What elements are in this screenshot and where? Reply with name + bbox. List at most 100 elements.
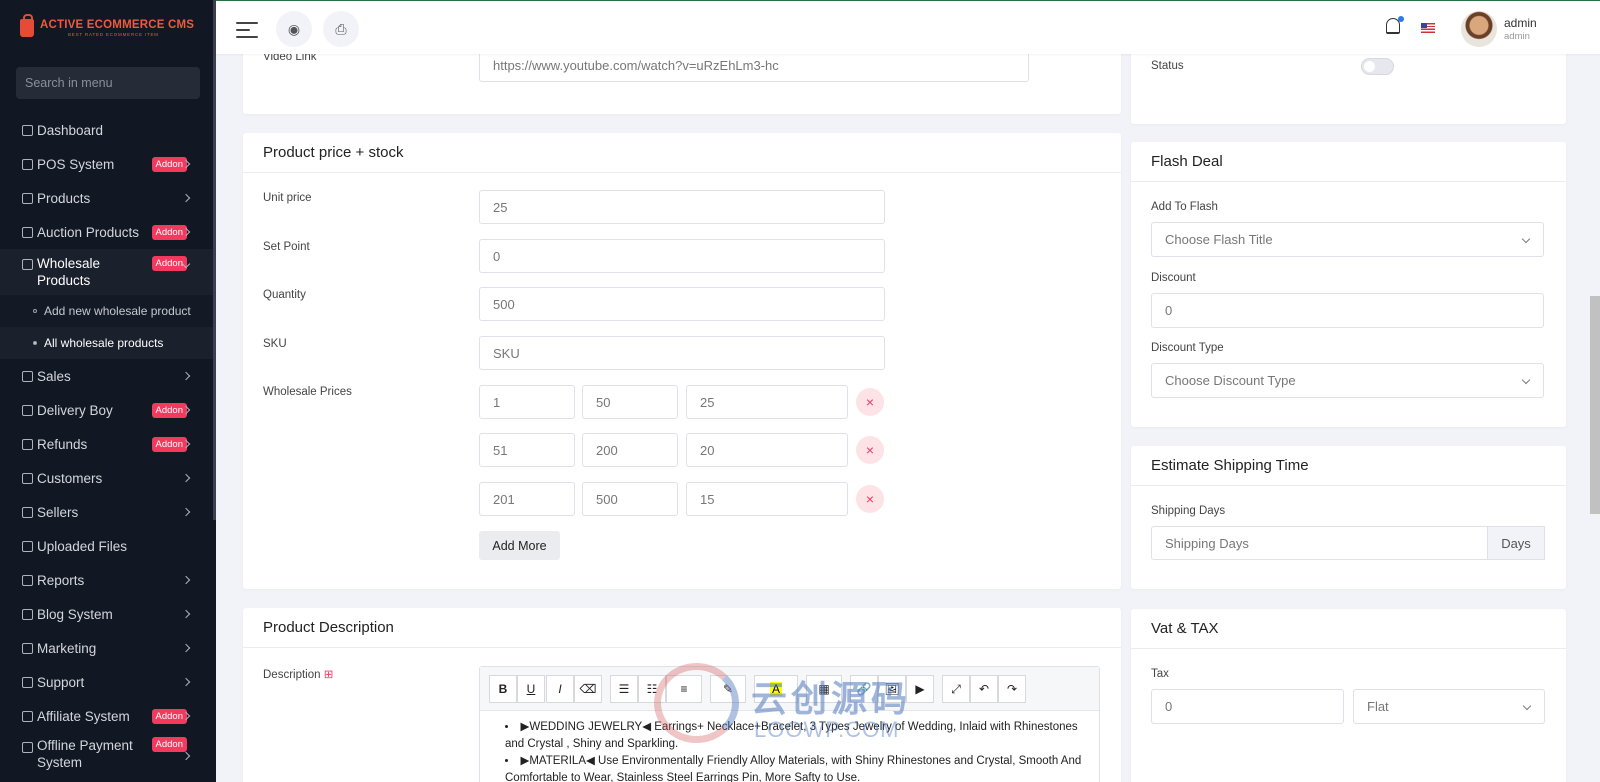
link-icon [22, 676, 33, 688]
money-icon [22, 370, 33, 382]
font-color-icon[interactable]: A [754, 675, 798, 703]
quantity-input[interactable]: 500 [479, 287, 885, 321]
link-icon[interactable]: 🔗 [850, 675, 878, 703]
printer-icon[interactable]: ⎙ [323, 11, 359, 47]
sidebar-item-delivery-boy[interactable]: Delivery Boy Addon [0, 393, 216, 427]
menu-toggle-icon[interactable] [236, 22, 258, 43]
tax-type-select[interactable]: Flat [1353, 689, 1545, 724]
logo[interactable]: ACTIVE ECOMMERCE CMS BEST RATED ECOMMERC… [0, 0, 216, 56]
flash-title-select[interactable]: Choose Flash Title [1151, 222, 1544, 257]
style-magic-icon[interactable]: ✎ [710, 675, 746, 703]
italic-icon[interactable]: I [546, 675, 574, 703]
wholesale-min-qty-input[interactable]: 1 [479, 385, 575, 419]
set-point-input[interactable]: 0 [479, 239, 885, 273]
discount-type-select[interactable]: Choose Discount Type [1151, 363, 1544, 398]
sidebar-item-sellers[interactable]: Sellers [0, 495, 216, 529]
sidebar-item-products[interactable]: Products [0, 181, 216, 215]
wholesale-min-qty-input[interactable]: 51 [479, 433, 575, 467]
paragraph-align-icon[interactable]: ≡ [666, 675, 702, 703]
remove-row-button[interactable]: × [856, 388, 884, 416]
sidebar-item-marketing[interactable]: Marketing [0, 631, 216, 665]
us-flag-icon[interactable] [1421, 23, 1435, 33]
underline-icon[interactable]: U [517, 675, 545, 703]
ordered-list-icon[interactable]: ☷ [638, 675, 666, 703]
avatar[interactable] [1461, 11, 1497, 47]
money-bill-icon [22, 742, 33, 753]
description-title: Product Description [243, 608, 1121, 648]
wholesale-max-qty-input[interactable]: 200 [582, 433, 678, 467]
sidebar-item-sales[interactable]: Sales [0, 359, 216, 393]
redo-icon[interactable]: ↷ [998, 675, 1026, 703]
dashboard-icon [22, 124, 33, 136]
bold-icon[interactable]: B [489, 675, 517, 703]
refund-icon [22, 438, 33, 450]
user-name[interactable]: admin [1504, 16, 1537, 30]
notification-dot [1398, 16, 1404, 22]
tax-input[interactable]: 0 [1151, 689, 1344, 724]
page-scrollbar[interactable] [1590, 296, 1600, 514]
undo-icon[interactable]: ↶ [970, 675, 998, 703]
discount-type-label: Discount Type [1151, 342, 1224, 354]
remove-row-button[interactable]: × [856, 485, 884, 513]
chevron-right-icon [181, 751, 191, 761]
wholesale-price-input[interactable]: 25 [686, 385, 848, 419]
sidebar-item-auction-products[interactable]: Auction Products Addon [0, 215, 216, 249]
discount-input[interactable]: 0 [1151, 293, 1544, 328]
wholesale-min-qty-input[interactable]: 201 [479, 482, 575, 516]
shipping-days-input[interactable]: Shipping Days [1151, 526, 1488, 560]
shipping-title: Estimate Shipping Time [1131, 446, 1566, 486]
flash-deal-card: Flash Deal Add To Flash Choose Flash Tit… [1131, 142, 1566, 427]
price-stock-title: Product price + stock [243, 133, 1121, 173]
sidebar-item-wholesale-products[interactable]: Wholesale Products Addon [0, 249, 216, 295]
shipping-days-label: Shipping Days [1151, 505, 1226, 517]
quantity-label: Quantity [263, 289, 306, 301]
vat-tax-title: Vat & TAX [1131, 609, 1566, 649]
sidebar-item-customers[interactable]: Customers [0, 461, 216, 495]
fullscreen-icon[interactable]: ⤢ [942, 675, 970, 703]
editor-toolbar: B U I ⌫ ☰ ☷ ≡ ✎ A ▦ 🔗 🖼 ▶ ⤢ ↶ ↷ [480, 667, 1099, 711]
sidebar-item-affiliate-system[interactable]: Affiliate System Addon [0, 699, 216, 733]
bullet-icon [33, 309, 37, 313]
sidebar-item-uploaded-files[interactable]: Uploaded Files [0, 529, 216, 563]
table-icon[interactable]: ▦ [806, 675, 842, 703]
unit-price-input[interactable]: 25 [479, 190, 885, 224]
sidebar-item-blog-system[interactable]: Blog System [0, 597, 216, 631]
tax-label: Tax [1151, 668, 1169, 680]
sku-input[interactable]: SKU [479, 336, 885, 370]
status-toggle[interactable] [1361, 58, 1394, 75]
sidebar-subitem-all-wholesale[interactable]: All wholesale products [0, 327, 216, 359]
flash-deal-title: Flash Deal [1131, 142, 1566, 182]
logo-subtitle: BEST RATED ECOMMERCE ITEM [68, 32, 159, 37]
wholesale-price-input[interactable]: 20 [686, 433, 848, 467]
image-icon[interactable]: 🖼 [878, 675, 906, 703]
sidebar-item-offline-payment[interactable]: Offline Payment System Addon [0, 733, 216, 773]
editor-content[interactable]: ▶WEDDING JEWELRY◀ Earrings+ Necklace+Bra… [480, 711, 1099, 782]
sidebar-item-dashboard[interactable]: Dashboard [0, 113, 216, 147]
unit-price-label: Unit price [263, 192, 312, 204]
sidebar-item-support[interactable]: Support [0, 665, 216, 699]
chevron-down-icon [1521, 375, 1531, 385]
add-more-button[interactable]: Add More [479, 531, 560, 560]
wholesale-icon [22, 259, 33, 270]
rich-text-editor[interactable]: B U I ⌫ ☰ ☷ ≡ ✎ A ▦ 🔗 🖼 ▶ ⤢ ↶ ↷ ▶WEDDING… [479, 666, 1100, 782]
affiliate-icon [22, 710, 33, 722]
sidebar-item-refunds[interactable]: Refunds Addon [0, 427, 216, 461]
globe-icon[interactable]: ◉ [276, 11, 312, 47]
sidebar-item-pos-system[interactable]: POS System Addon [0, 147, 216, 181]
eraser-icon[interactable]: ⌫ [574, 675, 602, 703]
bullhorn-icon [22, 642, 33, 654]
vat-tax-card: Vat & TAX Tax 0 Flat [1131, 609, 1566, 782]
wholesale-max-qty-input[interactable]: 50 [582, 385, 678, 419]
wholesale-max-qty-input[interactable]: 500 [582, 482, 678, 516]
remove-row-button[interactable]: × [856, 436, 884, 464]
video-icon[interactable]: ▶ [906, 675, 934, 703]
wholesale-price-input[interactable]: 15 [686, 482, 848, 516]
unordered-list-icon[interactable]: ☰ [610, 675, 638, 703]
sidebar-subitem-add-wholesale[interactable]: Add new wholesale product [0, 295, 216, 327]
discount-label: Discount [1151, 272, 1196, 284]
price-stock-card: Product price + stock Unit price 25 Set … [243, 133, 1121, 589]
sku-label: SKU [263, 338, 287, 350]
sidebar-scrollbar[interactable] [213, 0, 216, 520]
sidebar-item-reports[interactable]: Reports [0, 563, 216, 597]
menu-search-input[interactable]: Search in menu [16, 67, 200, 99]
